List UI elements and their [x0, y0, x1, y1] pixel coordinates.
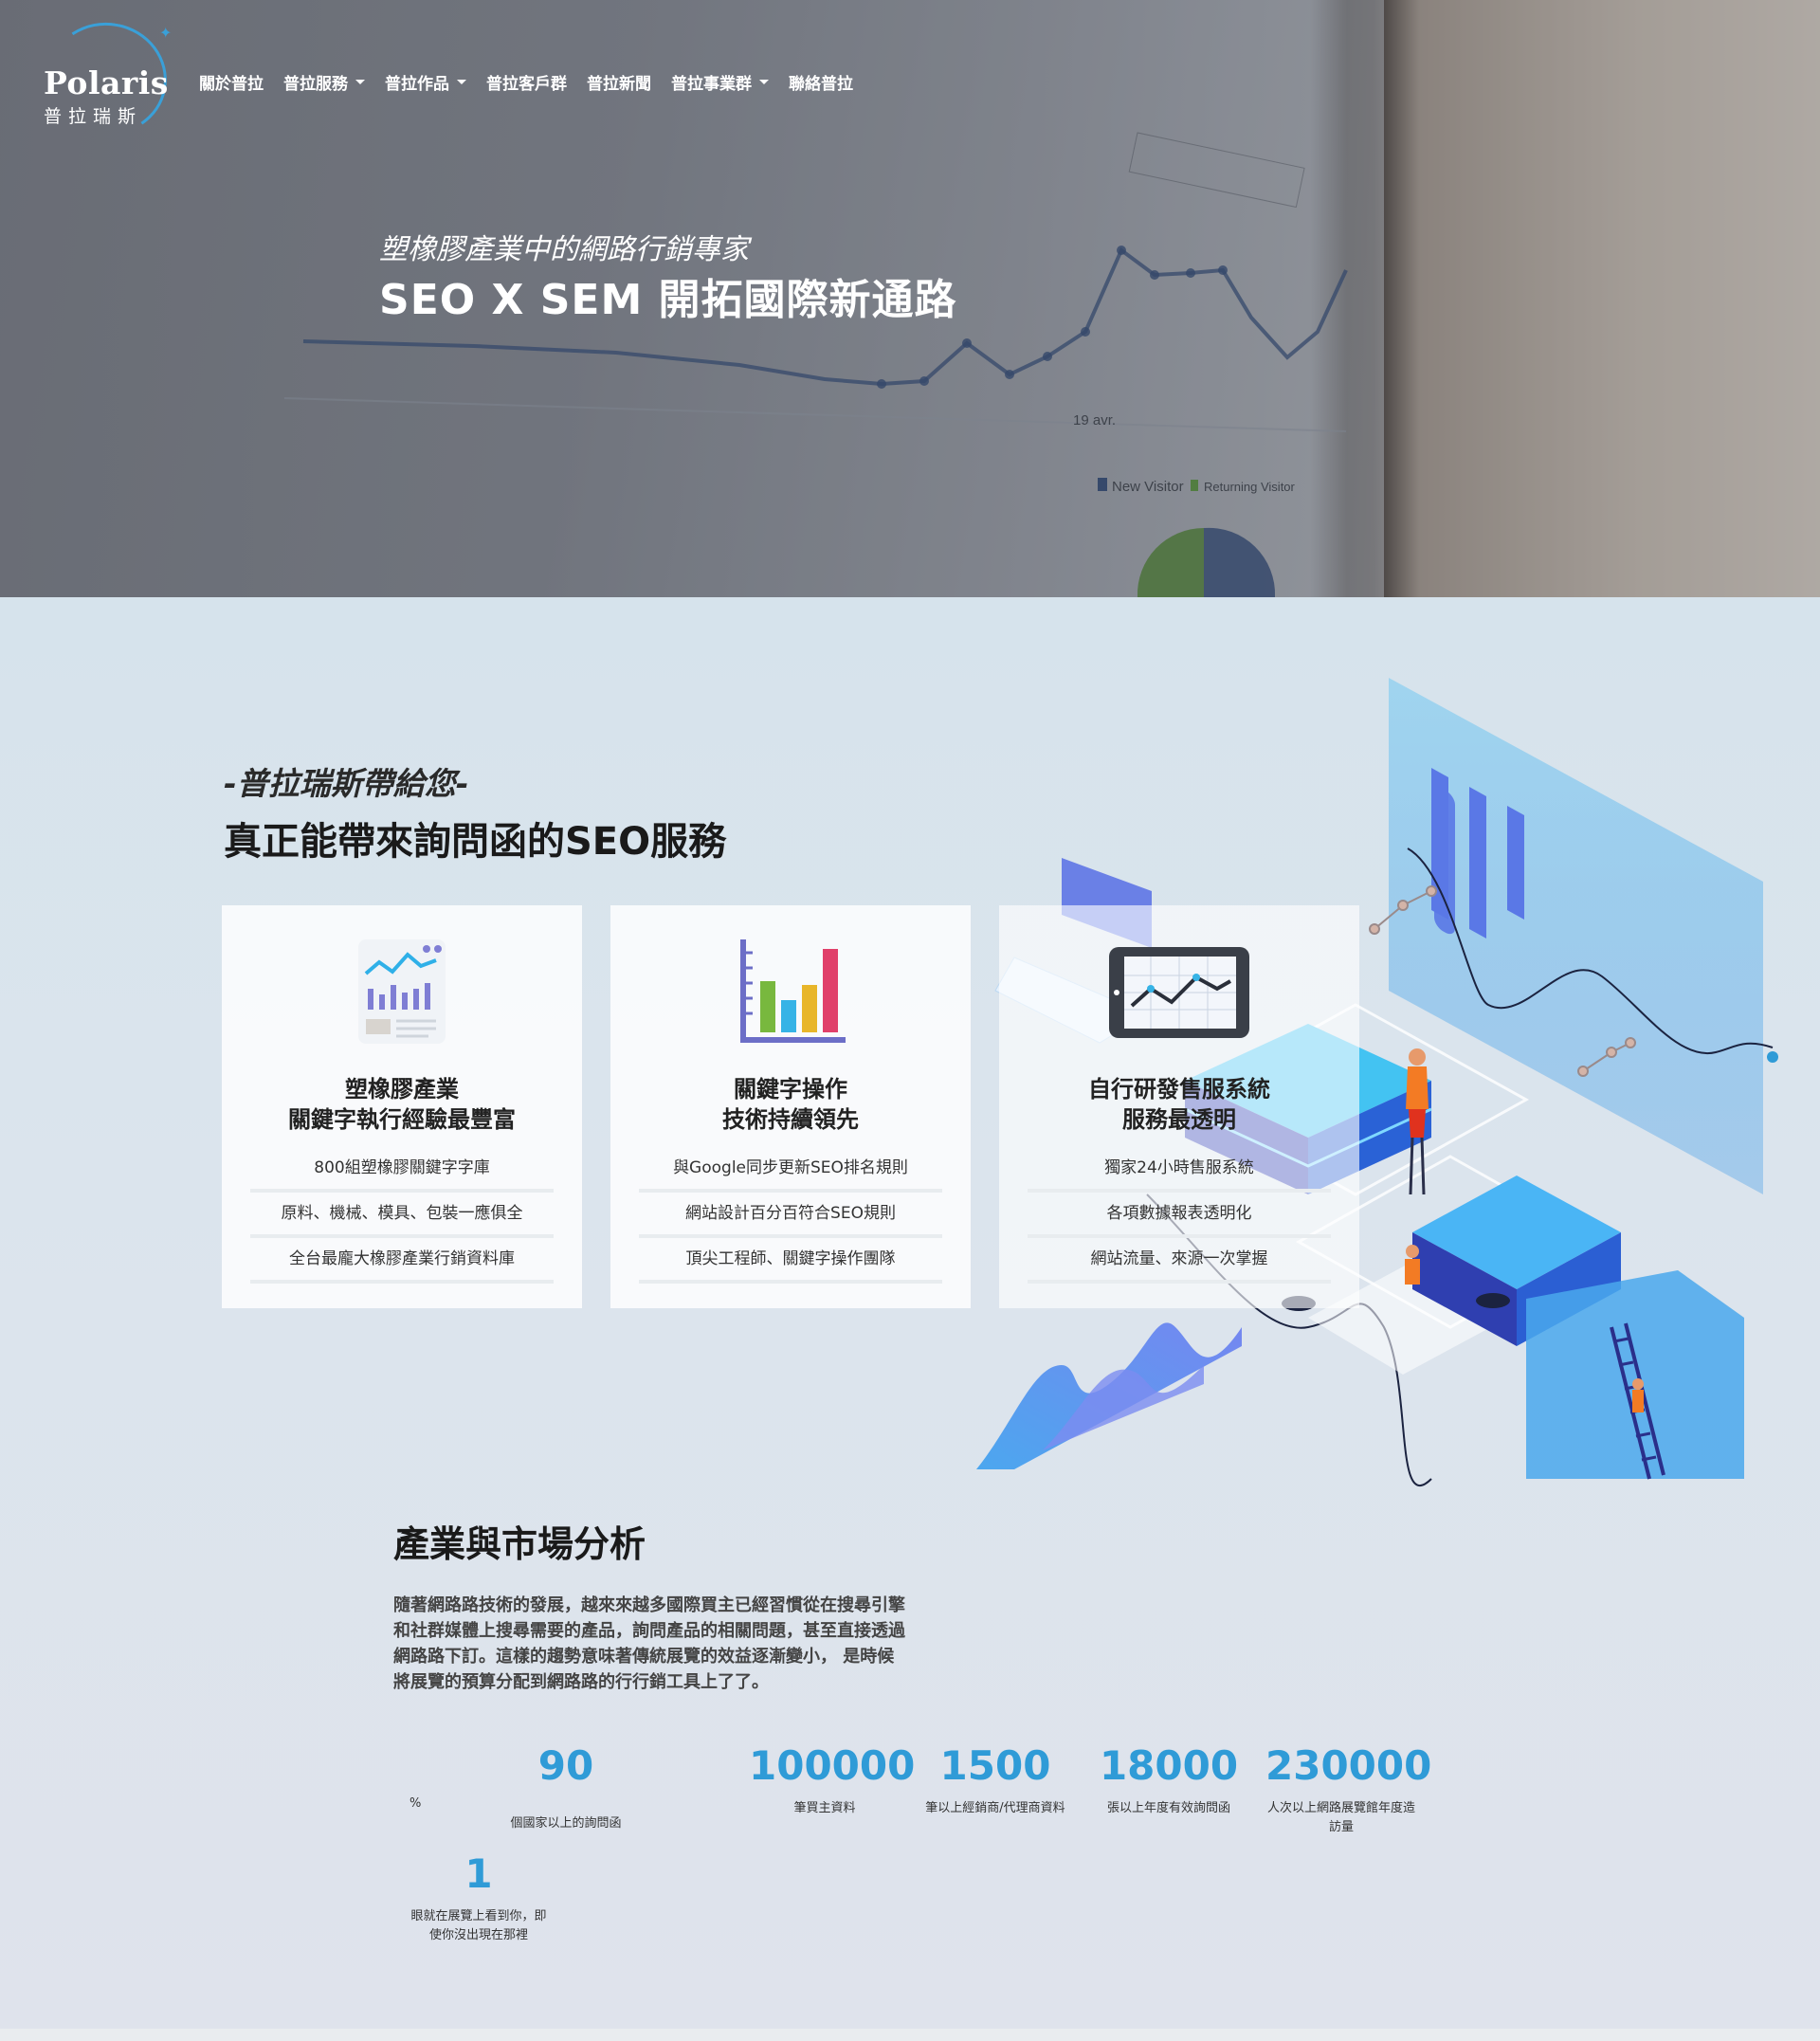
nav-item-works[interactable]: 普拉作品	[385, 70, 466, 94]
card-feature-row: 800組塑橡膠關鍵字字庫	[250, 1147, 554, 1193]
card-feature-row: 與Google同步更新SEO排名規則	[639, 1147, 942, 1193]
tablet-line-chart-icon	[1109, 947, 1249, 1038]
card-heading: 自行研發售服系統 服務最透明	[1088, 1076, 1270, 1133]
stat-label: 眼就在展覽上看到你，即使你沒出現在那裡	[410, 1909, 547, 1942]
stat-inquiries: 18000 張以上年度有效詢問函	[1098, 1742, 1240, 1818]
stat-value: 18000	[1099, 1742, 1239, 1789]
stat-value: 1500	[939, 1742, 1051, 1789]
services-title: 真正能帶來詢問函的SEO服務	[224, 820, 727, 864]
star-icon: ✦	[159, 24, 173, 42]
card-feature-row: 全台最龐大橡膠產業行銷資料庫	[250, 1238, 554, 1284]
card-feature-row: 網站設計百分百符合SEO規則	[639, 1193, 942, 1238]
logo-brand-name-zh: 普拉瑞斯	[44, 106, 143, 127]
nav-item-contact[interactable]: 聯絡普拉	[789, 70, 853, 94]
percent-sign: %	[410, 1796, 422, 1811]
stat-buyers: 100000 筆買主資料	[749, 1742, 916, 1818]
logo-brand-name: Polaris	[44, 64, 169, 101]
card-feature-row: 原料、機械、模具、包裝一應俱全	[250, 1193, 554, 1238]
caret-down-icon	[355, 80, 365, 84]
analytics-report-icon	[358, 939, 446, 1044]
caret-down-icon	[457, 80, 466, 84]
main-nav: 關於普拉 普拉服務 普拉作品 普拉客戶群 普拉新聞 普拉事業群 聯絡普拉	[199, 70, 873, 94]
caret-down-icon	[759, 80, 769, 84]
card-heading: 關鍵字操作 技術持續領先	[722, 1076, 859, 1133]
stat-value: 100000	[749, 1742, 916, 1789]
hero-title: SEO X SEM 開拓國際新通路	[379, 276, 957, 324]
card-heading: 塑橡膠產業 關鍵字執行經驗最豐富	[288, 1076, 516, 1133]
nav-item-clients[interactable]: 普拉客戶群	[486, 70, 567, 94]
card-feature-row: 獨家24小時售服系統	[1028, 1147, 1331, 1193]
market-title: 產業與市場分析	[393, 1523, 646, 1565]
bar-chart-icon	[740, 939, 846, 1043]
stat-value: 1	[464, 1850, 493, 1897]
stat-visitors: 230000 人次以上網路展覽館年度造訪量	[1265, 1742, 1432, 1837]
stat-value: 90	[537, 1742, 594, 1789]
nav-item-services[interactable]: 普拉服務	[283, 70, 365, 94]
card-feature-row: 各項數據報表透明化	[1028, 1193, 1331, 1238]
polaris-logo[interactable]: ✦ Polaris 普拉瑞斯	[38, 12, 176, 145]
nav-item-news[interactable]: 普拉新聞	[587, 70, 651, 94]
footer-strip	[0, 2029, 1820, 2041]
market-description: 隨著網路路技術的發展，越來來越多國際買主已經習慣從在搜尋引擎和社群媒體上搜尋需要…	[393, 1595, 905, 1692]
hero-banner: 19 avr. New Visitor Returning Visitor ✦ …	[0, 0, 1820, 597]
services-subtitle: -普拉瑞斯帶給您-	[224, 765, 469, 802]
stat-label: 個國家以上的詢問函	[510, 1816, 622, 1831]
hero-subtitle: 塑橡膠產業中的網路行銷專家	[379, 233, 749, 266]
stat-label: 筆買主資料	[793, 1801, 856, 1815]
nav-item-about[interactable]: 關於普拉	[199, 70, 264, 94]
stat-label: 張以上年度有效詢問函	[1106, 1801, 1230, 1815]
card-feature-row: 網站流量、來源一次掌握	[1028, 1238, 1331, 1284]
service-card-keywords-experience: 塑橡膠產業 關鍵字執行經驗最豐富 800組塑橡膠關鍵字字庫 原料、機械、模具、包…	[222, 905, 582, 1308]
card-feature-row: 頂尖工程師、關鍵字操作團隊	[639, 1238, 942, 1284]
stat-label: 筆以上經銷商/代理商資料	[925, 1801, 1065, 1815]
stat-exhibition: 1 眼就在展覽上看到你，即使你沒出現在那裡	[408, 1850, 550, 1945]
stat-label: 人次以上網路展覽館年度造訪量	[1266, 1801, 1415, 1834]
nav-item-business-group[interactable]: 普拉事業群	[671, 70, 769, 94]
stat-countries: 90 個國家以上的詢問函	[490, 1742, 642, 1833]
service-card-service-system: 自行研發售服系統 服務最透明 獨家24小時售服系統 各項數據報表透明化 網站流量…	[999, 905, 1359, 1308]
stat-distributors: 1500 筆以上經銷商/代理商資料	[924, 1742, 1066, 1818]
stat-value: 230000	[1265, 1742, 1432, 1789]
service-card-keyword-operation: 關鍵字操作 技術持續領先 與Google同步更新SEO排名規則 網站設計百分百符…	[610, 905, 971, 1308]
